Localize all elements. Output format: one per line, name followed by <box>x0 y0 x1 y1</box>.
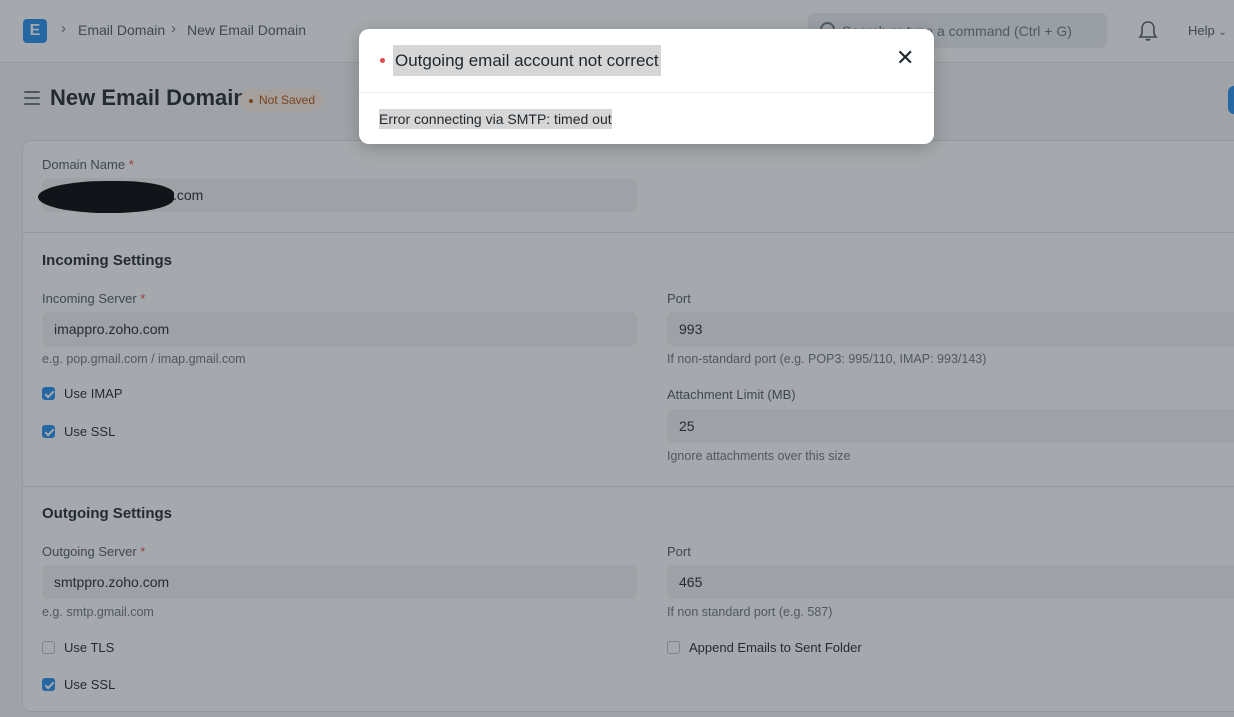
dialog-title: Outgoing email account not correct <box>393 45 661 76</box>
dialog-message: Error connecting via SMTP: timed out <box>379 109 612 129</box>
error-indicator-dot <box>380 58 385 63</box>
close-icon[interactable]: ✕ <box>896 47 914 69</box>
dialog-divider <box>359 92 934 93</box>
error-dialog: Outgoing email account not correct ✕ Err… <box>359 29 934 144</box>
